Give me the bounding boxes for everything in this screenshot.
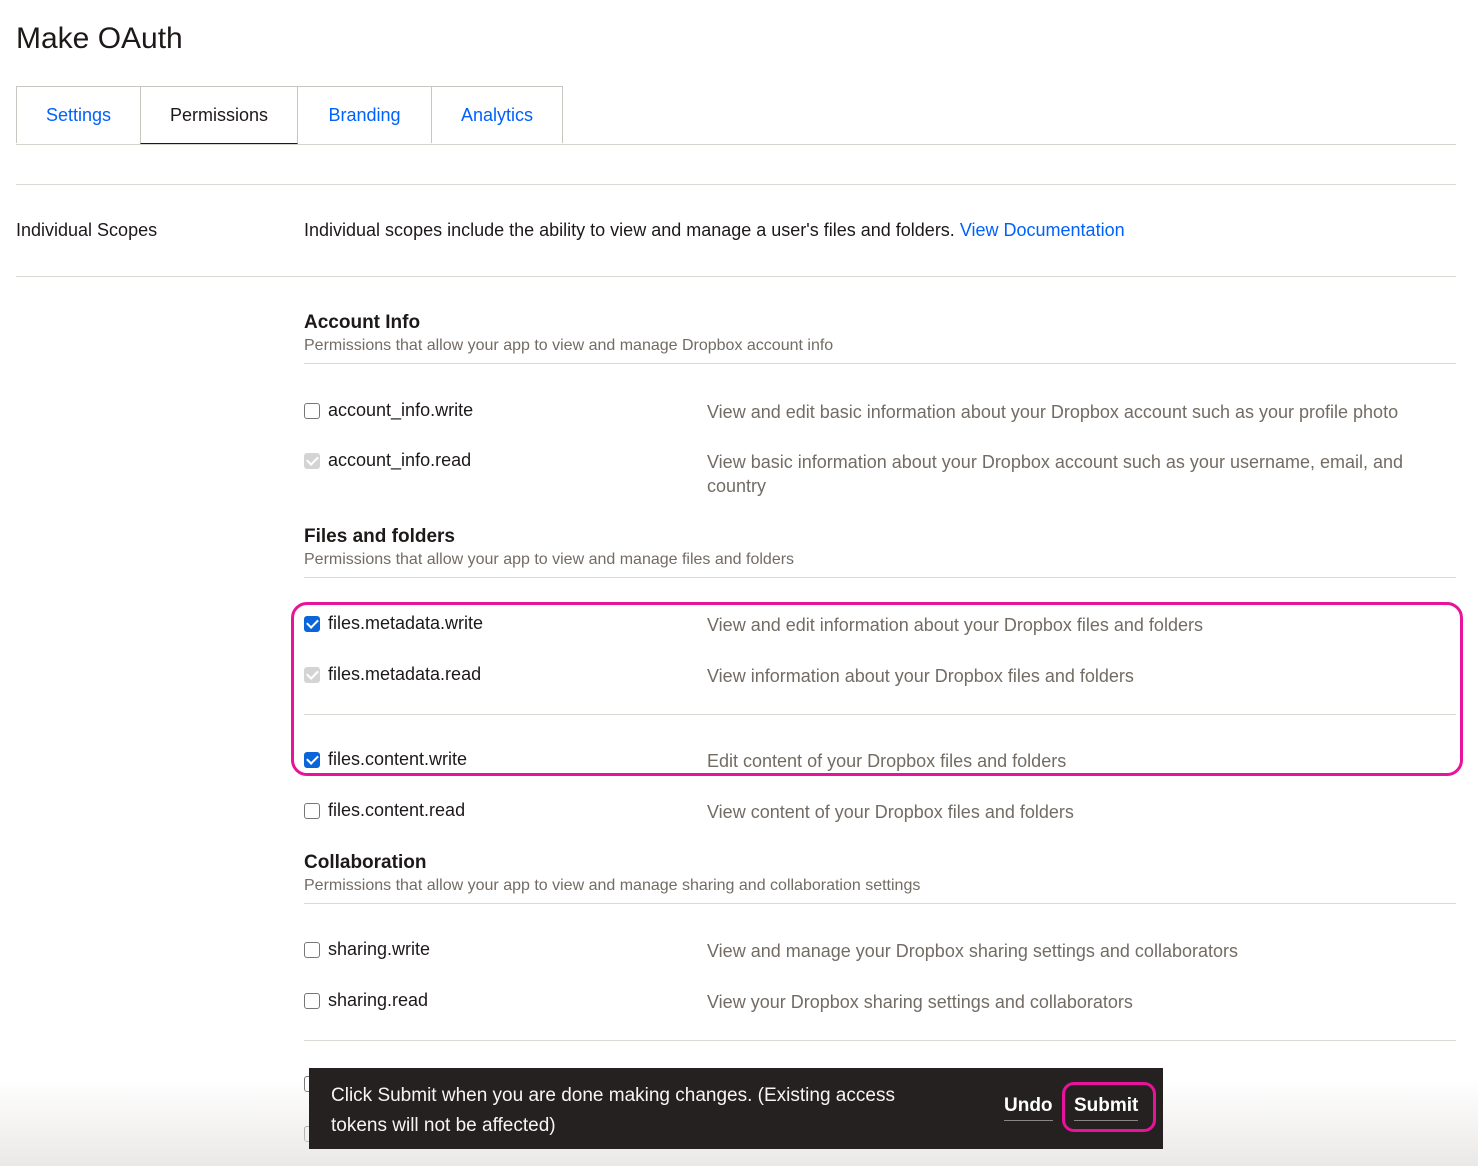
section-subtitle-files-and-folders: Permissions that allow your app to view …	[304, 551, 795, 568]
scope-description: View and edit information about your Dro…	[707, 615, 1203, 635]
scope-name: files.metadata.write	[328, 613, 484, 633]
scope-checkbox-account-info-read	[304, 453, 320, 469]
check-mark-icon	[306, 453, 319, 466]
check-mark-icon	[306, 752, 319, 765]
check-mark-icon	[306, 616, 319, 629]
divider	[16, 184, 1456, 185]
scope-name: account_info.read	[328, 450, 472, 470]
tab-branding[interactable]: Branding	[297, 86, 432, 143]
divider	[304, 1040, 1456, 1041]
toast-message: Click Submit when you are done making ch…	[331, 1085, 895, 1136]
section-subtitle-collaboration: Permissions that allow your app to view …	[304, 877, 921, 894]
tab-settings[interactable]: Settings	[16, 86, 141, 143]
individual-scopes-label: Individual Scopes	[16, 220, 158, 240]
scope-name: sharing.read	[328, 990, 429, 1010]
view-documentation-link[interactable]: View Documentation	[960, 220, 1125, 240]
scope-description: View and edit basic information about yo…	[707, 402, 1399, 422]
individual-scopes-description: Individual scopes include the ability to…	[304, 220, 1125, 241]
scope-checkbox-sharing-write[interactable]	[304, 942, 320, 958]
undo-button[interactable]: Undo	[1004, 1095, 1053, 1121]
scope-checkbox-files-content-read[interactable]	[304, 803, 320, 819]
intro-text: Individual scopes include the ability to…	[304, 220, 955, 240]
divider	[16, 276, 1456, 277]
scope-name: sharing.write	[328, 939, 431, 959]
scope-description: View content of your Dropbox files and f…	[707, 802, 1074, 822]
scope-checkbox-files-metadata-read	[304, 667, 320, 683]
scope-description: View information about your Dropbox file…	[707, 666, 1134, 686]
section-title-account-info: Account Info	[304, 312, 421, 333]
page-title: Make OAuth	[16, 22, 183, 55]
scope-description: Edit content of your Dropbox files and f…	[707, 751, 1067, 771]
submit-button[interactable]: Submit	[1074, 1095, 1139, 1121]
divider	[304, 903, 1456, 904]
scope-name: files.metadata.read	[328, 664, 482, 684]
scope-checkbox-files-content-write[interactable]	[304, 752, 320, 768]
divider	[304, 714, 1456, 715]
scope-checkbox-files-metadata-write[interactable]	[304, 616, 320, 632]
check-mark-icon	[306, 667, 319, 680]
scope-description: View and manage your Dropbox sharing set…	[707, 941, 1238, 961]
scope-name: account_info.write	[328, 400, 474, 420]
section-subtitle-account-info: Permissions that allow your app to view …	[304, 337, 834, 354]
tab-analytics[interactable]: Analytics	[431, 86, 563, 143]
tab-permissions[interactable]: Permissions	[140, 86, 298, 144]
scope-name: files.content.read	[328, 800, 466, 820]
divider	[304, 363, 1456, 364]
section-title-files-and-folders: Files and folders	[304, 526, 455, 547]
divider	[304, 577, 1456, 578]
tab-bar: Settings Permissions Branding Analytics	[16, 86, 1456, 145]
changes-toast: Click Submit when you are done making ch…	[309, 1068, 1163, 1149]
scope-name: files.content.write	[328, 749, 468, 769]
scope-description: View your Dropbox sharing settings and c…	[707, 992, 1133, 1012]
scope-checkbox-account-info-write[interactable]	[304, 403, 320, 419]
section-title-collaboration: Collaboration	[304, 852, 427, 873]
scope-description: View basic information about your Dropbo…	[707, 452, 1404, 496]
scope-checkbox-sharing-read[interactable]	[304, 993, 320, 1009]
